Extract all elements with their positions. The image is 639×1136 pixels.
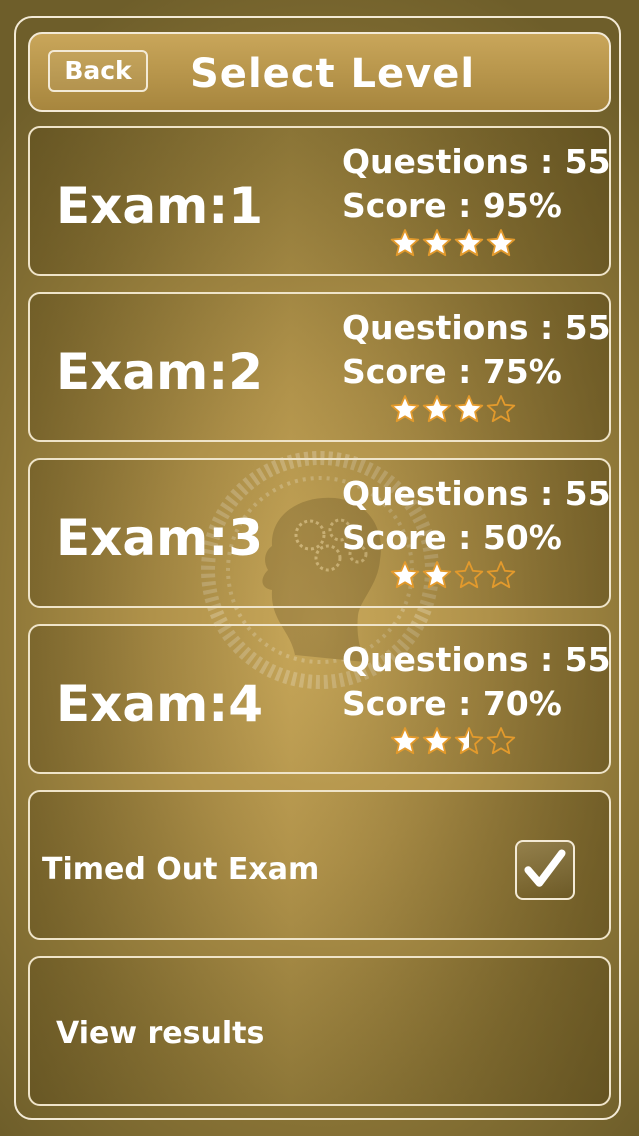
star-half-icon	[454, 727, 484, 755]
exam-name: Exam:4	[56, 675, 264, 733]
checkmark-icon	[524, 849, 566, 887]
star-empty-icon	[454, 561, 484, 589]
star-rating	[390, 394, 516, 424]
timed-exam-checkbox[interactable]	[515, 840, 575, 900]
star-filled-icon	[422, 727, 452, 755]
exam-card-3[interactable]: Exam:3 Questions : 55 Score : 50%	[28, 458, 611, 608]
exam-questions-count: Questions : 55	[342, 308, 611, 347]
view-results-button[interactable]: View results	[28, 956, 611, 1106]
star-rating	[390, 726, 516, 756]
star-filled-icon	[390, 229, 420, 257]
star-rating	[390, 228, 516, 258]
exam-card-1[interactable]: Exam:1 Questions : 55 Score : 95%	[28, 126, 611, 276]
exam-name: Exam:2	[56, 343, 264, 401]
star-empty-icon	[486, 727, 516, 755]
exam-score: Score : 95%	[342, 186, 562, 225]
exam-score: Score : 75%	[342, 352, 562, 391]
star-empty-icon	[486, 395, 516, 423]
star-filled-icon	[422, 229, 452, 257]
exam-name: Exam:3	[56, 509, 264, 567]
exam-score: Score : 50%	[342, 518, 562, 557]
star-filled-icon	[454, 229, 484, 257]
star-filled-icon	[422, 561, 452, 589]
page-title: Select Level	[190, 51, 476, 97]
star-filled-icon	[390, 561, 420, 589]
exam-name: Exam:1	[56, 177, 264, 235]
header-bar: Back Select Level	[28, 32, 611, 112]
exam-card-2[interactable]: Exam:2 Questions : 55 Score : 75%	[28, 292, 611, 442]
exam-card-4[interactable]: Exam:4 Questions : 55 Score : 70%	[28, 624, 611, 774]
star-filled-icon	[390, 727, 420, 755]
star-filled-icon	[486, 229, 516, 257]
star-filled-icon	[390, 395, 420, 423]
timed-exam-label: Timed Out Exam	[42, 852, 320, 887]
view-results-label: View results	[56, 1016, 265, 1051]
back-button[interactable]: Back	[48, 50, 148, 92]
exam-questions-count: Questions : 55	[342, 474, 611, 513]
timed-exam-row: Timed Out Exam	[28, 790, 611, 940]
star-filled-icon	[422, 395, 452, 423]
star-filled-icon	[454, 395, 484, 423]
star-rating	[390, 560, 516, 590]
exam-questions-count: Questions : 55	[342, 142, 611, 181]
exam-questions-count: Questions : 55	[342, 640, 611, 679]
exam-score: Score : 70%	[342, 684, 562, 723]
star-empty-icon	[486, 561, 516, 589]
